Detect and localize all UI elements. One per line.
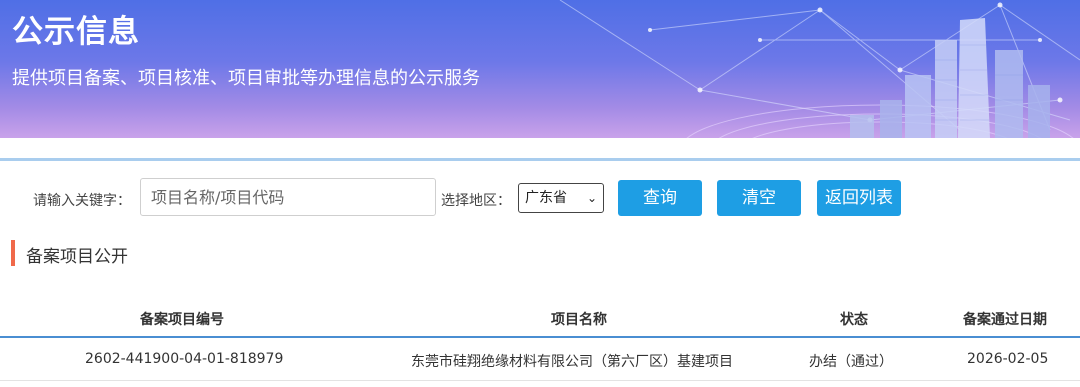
cell-status: 办结（通过） bbox=[809, 354, 893, 370]
column-header-project-name: 项目名称 bbox=[551, 312, 607, 328]
chevron-down-icon: ⌄ bbox=[586, 191, 597, 205]
section-title: 备案项目公开 bbox=[26, 247, 128, 267]
content-top-border bbox=[0, 158, 1080, 161]
region-select-value: 广东省 bbox=[525, 190, 567, 206]
keyword-label: 请输入关键字： bbox=[33, 193, 131, 209]
column-header-status: 状态 bbox=[840, 312, 868, 328]
cell-record-number: 2602-441900-04-01-818979 bbox=[85, 351, 284, 367]
region-label: 选择地区： bbox=[441, 193, 511, 209]
back-to-list-button[interactable]: 返回列表 bbox=[817, 180, 901, 216]
page-subtitle: 提供项目备案、项目核准、项目审批等办理信息的公示服务 bbox=[12, 68, 480, 89]
cell-approval-date: 2026-02-05 bbox=[967, 351, 1049, 367]
cell-project-name[interactable]: 东莞市硅翔绝缘材料有限公司（第六厂区）基建项目 bbox=[411, 351, 733, 371]
banner: 公示信息 提供项目备案、项目核准、项目审批等办理信息的公示服务 bbox=[0, 0, 1080, 138]
section-marker bbox=[11, 240, 15, 266]
column-header-record-number: 备案项目编号 bbox=[140, 312, 224, 328]
page-title: 公示信息 bbox=[12, 14, 140, 50]
query-button[interactable]: 查询 bbox=[618, 180, 702, 216]
column-header-approval-date: 备案通过日期 bbox=[963, 312, 1047, 328]
clear-button[interactable]: 清空 bbox=[717, 180, 801, 216]
row-divider bbox=[0, 380, 1080, 381]
table-header-divider bbox=[0, 336, 1080, 338]
region-select[interactable]: 广东省 ⌄ bbox=[518, 183, 604, 213]
keyword-search-input[interactable] bbox=[140, 178, 436, 216]
